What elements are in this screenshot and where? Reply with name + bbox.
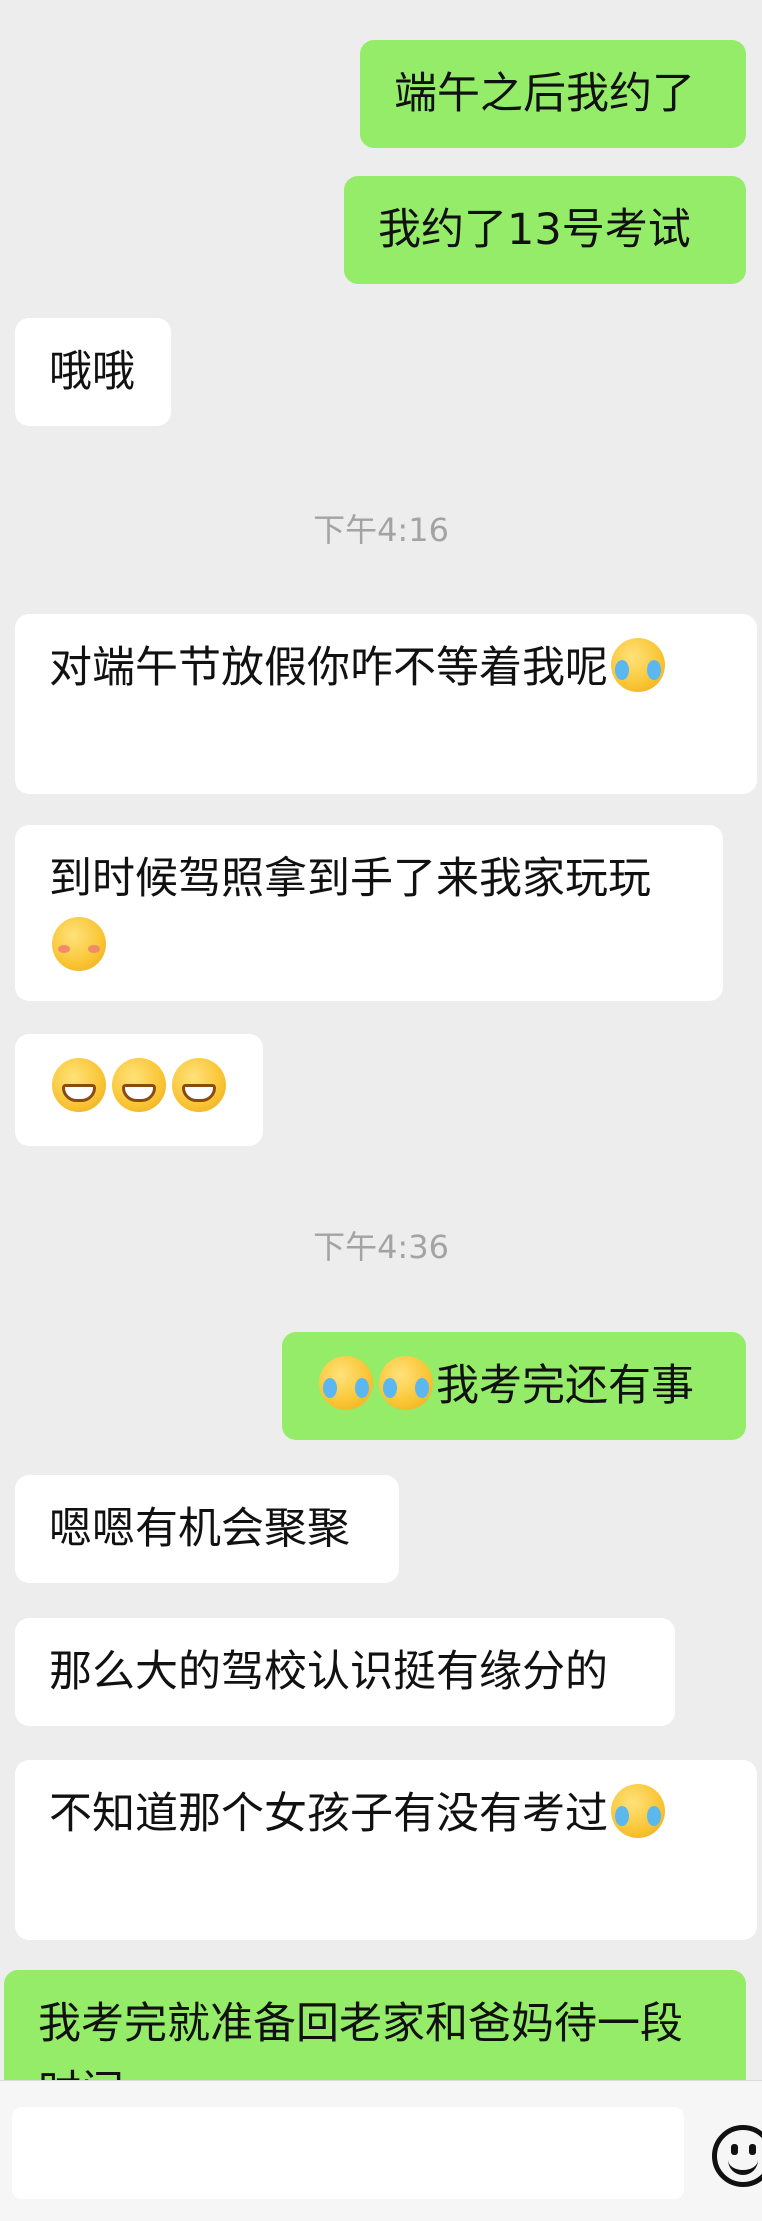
message-text: 不知道那个女孩子有没有考过	[49, 1789, 608, 1839]
chat-input-bar	[0, 2080, 762, 2221]
message-bubble-outgoing[interactable]: 我约了13号考试	[344, 176, 746, 284]
message-bubble-incoming[interactable]: 嗯嗯有机会聚聚	[15, 1475, 399, 1583]
message-text: 对端午节放假你咋不等着我呢	[49, 643, 608, 693]
message-input[interactable]	[12, 2107, 684, 2199]
tears-of-joy-emoji-icon	[319, 1356, 373, 1410]
smiley-face-icon[interactable]	[712, 2125, 762, 2187]
message-bubble-incoming[interactable]: 对端午节放假你咋不等着我呢	[15, 614, 757, 794]
message-bubble-incoming[interactable]	[15, 1034, 263, 1146]
message-bubble-outgoing[interactable]: 端午之后我约了	[360, 40, 746, 148]
message-text: 到时候驾照拿到手了来我家玩玩	[49, 854, 651, 904]
message-text: 哦哦	[49, 347, 135, 397]
message-bubble-incoming[interactable]: 那么大的驾校认识挺有缘分的	[15, 1618, 675, 1726]
message-text: 我考完就准备回老家和爸妈待一段时间	[38, 1999, 683, 2080]
timestamp: 下午4:16	[313, 511, 449, 549]
message-bubble-outgoing[interactable]: 我考完就准备回老家和爸妈待一段时间	[4, 1970, 746, 2080]
message-text: 端午之后我约了	[394, 69, 695, 119]
tears-of-joy-emoji-icon	[379, 1356, 433, 1410]
chat-message-list[interactable]: ··· ··· 端午之后我约了 我约了13号考试 哦哦 下午4:16 对端午节放…	[0, 0, 762, 2080]
message-text: 嗯嗯有机会聚聚	[49, 1504, 350, 1554]
timestamp: 下午4:36	[313, 1228, 449, 1266]
message-text: 我约了13号考试	[378, 205, 691, 255]
message-bubble-incoming[interactable]: 不知道那个女孩子有没有考过	[15, 1760, 757, 1940]
tears-of-joy-emoji-icon	[611, 1784, 665, 1838]
top-partial-timestamp: ··· ···	[0, 0, 762, 12]
message-text: 我考完还有事	[436, 1361, 694, 1411]
message-bubble-outgoing[interactable]: 我考完还有事	[282, 1332, 746, 1440]
message-bubble-incoming[interactable]: 到时候驾照拿到手了来我家玩玩	[15, 825, 723, 1001]
message-bubble-incoming[interactable]: 哦哦	[15, 318, 171, 426]
grin-emoji-icon	[172, 1058, 226, 1112]
message-text: 那么大的驾校认识挺有缘分的	[49, 1647, 608, 1697]
shy-smile-emoji-icon	[52, 917, 106, 971]
grin-emoji-icon	[112, 1058, 166, 1112]
grin-emoji-icon	[52, 1058, 106, 1112]
tears-of-joy-emoji-icon	[611, 638, 665, 692]
